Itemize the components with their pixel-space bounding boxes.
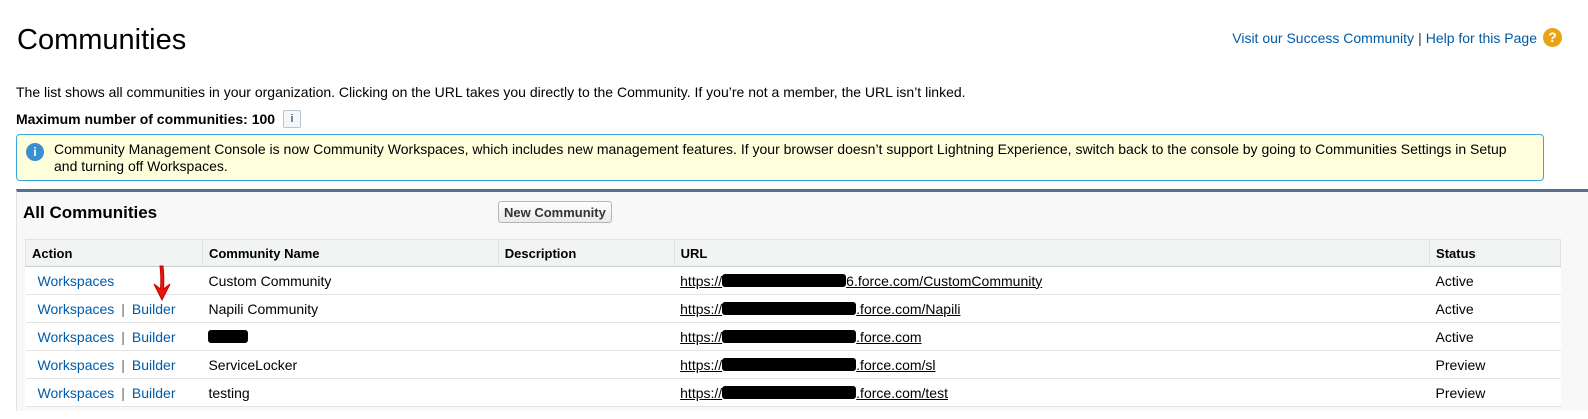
column-header-status[interactable]: Status bbox=[1429, 239, 1561, 267]
table-row: Workspaces Custom Community https:// 6.fo… bbox=[25, 266, 1561, 295]
link-separator: | bbox=[1418, 29, 1422, 46]
redacted-block bbox=[722, 273, 847, 287]
page-description: The list shows all communities in your o… bbox=[16, 84, 966, 100]
workspaces-link[interactable]: Workspaces bbox=[38, 273, 115, 289]
builder-link[interactable]: Builder bbox=[132, 357, 176, 373]
help-links: Visit our Success Community | Help for t… bbox=[1232, 28, 1562, 47]
banner-text: Community Management Console is now Comm… bbox=[54, 141, 1507, 174]
community-url-link[interactable]: https:// .force.com/sl bbox=[680, 357, 935, 373]
workspaces-link[interactable]: Workspaces bbox=[38, 385, 115, 401]
column-header-action[interactable]: Action bbox=[25, 239, 203, 267]
description-cell bbox=[498, 350, 675, 379]
builder-link[interactable]: Builder bbox=[132, 385, 176, 401]
workspaces-banner: i Community Management Console is now Co… bbox=[16, 134, 1544, 181]
column-header-description[interactable]: Description bbox=[497, 239, 675, 267]
action-separator: | bbox=[121, 328, 125, 345]
status-cell: Preview bbox=[1429, 350, 1561, 379]
url-cell: https:// .force.com/sl bbox=[674, 350, 1430, 379]
action-cell: Workspaces | Builder bbox=[25, 378, 203, 407]
action-cell: Workspaces | Builder bbox=[25, 350, 203, 379]
action-separator: | bbox=[121, 300, 125, 317]
redacted-block bbox=[722, 385, 857, 399]
community-name-cell: Custom Community bbox=[202, 266, 499, 295]
status-cell: Active bbox=[1429, 266, 1561, 295]
community-name-cell: ServiceLocker bbox=[202, 350, 499, 379]
success-community-link[interactable]: Visit our Success Community bbox=[1232, 30, 1414, 46]
all-communities-panel: All Communities New Community Action Com… bbox=[16, 189, 1588, 411]
url-suffix: .force.com/sl bbox=[856, 356, 936, 373]
redacted-block bbox=[722, 357, 857, 371]
status-cell: Preview bbox=[1429, 378, 1561, 407]
communities-table: Action Community Name Description URL St… bbox=[25, 239, 1561, 407]
url-suffix: 6.force.com/CustomCommunity bbox=[846, 272, 1043, 289]
help-page-link[interactable]: Help for this Page bbox=[1426, 30, 1537, 46]
description-cell bbox=[498, 266, 675, 295]
action-cell: Workspaces | Builder bbox=[25, 322, 203, 351]
url-suffix: .force.com bbox=[856, 328, 922, 345]
info-icon[interactable]: i bbox=[283, 110, 302, 128]
workspaces-link[interactable]: Workspaces bbox=[38, 301, 115, 317]
action-separator: | bbox=[121, 356, 125, 373]
status-cell: Active bbox=[1429, 322, 1561, 351]
max-communities-label: Maximum number of communities: 100 bbox=[16, 111, 276, 127]
info-icon: i bbox=[26, 143, 44, 161]
url-prefix: https:// bbox=[680, 384, 723, 401]
community-url-link[interactable]: https:// .force.com/test bbox=[680, 385, 948, 401]
url-cell: https:// .force.com/test bbox=[674, 378, 1430, 407]
description-cell bbox=[498, 294, 675, 323]
url-prefix: https:// bbox=[680, 272, 723, 289]
page-title: Communities bbox=[17, 24, 187, 56]
table-row: Workspaces | Builder https:// .force.com Ac… bbox=[25, 322, 1561, 351]
url-prefix: https:// bbox=[680, 328, 723, 345]
action-cell: Workspaces | Builder bbox=[25, 294, 203, 323]
table-row: Workspaces | Builder Napili Community http… bbox=[25, 294, 1561, 323]
status-cell: Active bbox=[1429, 294, 1561, 323]
panel-title: All Communities bbox=[23, 203, 158, 222]
workspaces-link[interactable]: Workspaces bbox=[38, 357, 115, 373]
redacted-block bbox=[722, 301, 857, 315]
redacted-block bbox=[208, 329, 249, 343]
url-suffix: .force.com/Napili bbox=[856, 300, 961, 317]
url-cell: https:// .force.com/Napili bbox=[674, 294, 1430, 323]
column-header-name[interactable]: Community Name bbox=[201, 239, 499, 267]
max-communities-row: Maximum number of communities: 100 i bbox=[16, 110, 302, 128]
url-cell: https:// .force.com bbox=[674, 322, 1430, 351]
url-prefix: https:// bbox=[680, 300, 723, 317]
arrow-down-icon bbox=[153, 265, 171, 302]
community-url-link[interactable]: https:// .force.com/Napili bbox=[680, 301, 960, 317]
table-row: Workspaces | Builder ServiceLocker https:/… bbox=[25, 350, 1561, 379]
column-header-url[interactable]: URL bbox=[673, 239, 1431, 267]
url-suffix: .force.com/test bbox=[856, 384, 948, 401]
community-name-cell: Napili Community bbox=[202, 294, 499, 323]
builder-link[interactable]: Builder bbox=[132, 329, 176, 345]
action-separator: | bbox=[121, 384, 125, 401]
table-header-row: Action Community Name Description URL St… bbox=[25, 239, 1561, 267]
url-prefix: https:// bbox=[680, 356, 723, 373]
url-cell: https:// 6.force.com/CustomCommunity bbox=[674, 266, 1430, 295]
community-name-cell bbox=[202, 322, 499, 351]
community-url-link[interactable]: https:// .force.com bbox=[680, 329, 921, 345]
table-row: Workspaces | Builder testing https:// .forc… bbox=[25, 378, 1561, 407]
description-cell bbox=[498, 322, 675, 351]
community-name-cell: testing bbox=[202, 378, 499, 407]
help-icon[interactable]: ? bbox=[1543, 28, 1562, 47]
action-cell: Workspaces bbox=[25, 266, 203, 295]
redacted-block bbox=[722, 329, 857, 343]
community-url-link[interactable]: https:// 6.force.com/CustomCommunity bbox=[680, 273, 1042, 289]
new-community-button[interactable]: New Community bbox=[498, 201, 612, 223]
builder-link[interactable]: Builder bbox=[132, 301, 176, 317]
workspaces-link[interactable]: Workspaces bbox=[38, 329, 115, 345]
description-cell bbox=[498, 378, 675, 407]
